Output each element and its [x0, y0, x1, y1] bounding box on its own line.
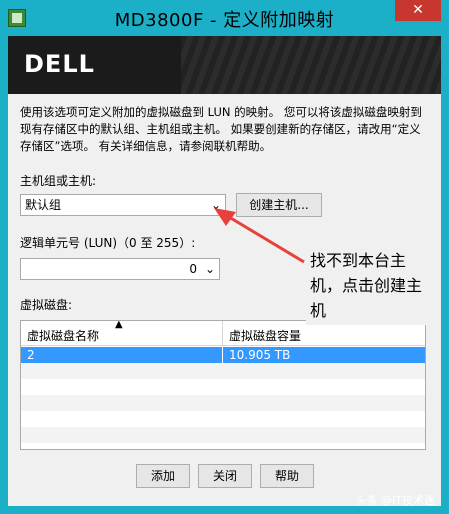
empty-row — [21, 411, 425, 427]
empty-row — [21, 427, 425, 443]
add-button[interactable]: 添加 — [136, 464, 190, 488]
dell-logo: DELL — [24, 50, 95, 78]
watermark: 头条 @IT技术迷 — [355, 494, 435, 507]
window-title: MD3800F - 定义附加映射 — [114, 10, 335, 31]
empty-row — [21, 379, 425, 395]
column-header-label: 虚拟磁盘名称 — [27, 329, 100, 343]
lun-selected-value: 0 — [189, 262, 197, 276]
cell-capacity: 10.905 TB — [229, 348, 291, 362]
table-row[interactable]: 2 10.905 TB — [21, 347, 425, 363]
host-combobox[interactable]: 默认组 ⌄ — [20, 194, 226, 216]
description-text: 使用该选项可定义附加的虚拟磁盘到 LUN 的映射。 您可以将该虚拟磁盘映射到现有… — [20, 105, 422, 153]
help-button[interactable]: 帮助 — [260, 464, 314, 488]
empty-row — [21, 363, 425, 379]
close-button[interactable]: 关闭 — [198, 464, 252, 488]
create-host-button[interactable]: 创建主机... — [236, 193, 322, 217]
column-header-name[interactable]: ▲ 虚拟磁盘名称 — [21, 321, 223, 345]
chevron-down-icon[interactable]: ⌄ — [211, 195, 221, 215]
dialog-window: MD3800F - 定义附加映射 ✕ DELL 使用该选项可定义附加的虚拟磁盘到… — [0, 0, 449, 514]
cell-name: 2 — [21, 347, 223, 363]
chevron-down-icon[interactable]: ⌄ — [205, 259, 215, 279]
banner-pattern — [181, 36, 441, 94]
vdisk-table: ▲ 虚拟磁盘名称 虚拟磁盘容量 2 10.905 TB — [20, 320, 426, 450]
lun-label: 逻辑单元号 (LUN)（0 至 255）: — [20, 236, 196, 250]
host-selected-value: 默认组 — [25, 198, 62, 212]
empty-row — [21, 395, 425, 411]
annotation-text: 找不到本台主机，点击创建主机 — [306, 246, 436, 325]
column-header-label: 虚拟磁盘容量 — [229, 329, 302, 343]
host-label: 主机组或主机: — [20, 174, 97, 188]
brand-banner: DELL — [8, 36, 441, 94]
title-bar[interactable]: MD3800F - 定义附加映射 ✕ — [0, 0, 449, 36]
lun-combobox[interactable]: 0 ⌄ — [20, 258, 220, 280]
vdisk-label: 虚拟磁盘: — [20, 298, 73, 312]
close-window-button[interactable]: ✕ — [395, 0, 441, 21]
sort-ascending-icon: ▲ — [115, 320, 123, 330]
